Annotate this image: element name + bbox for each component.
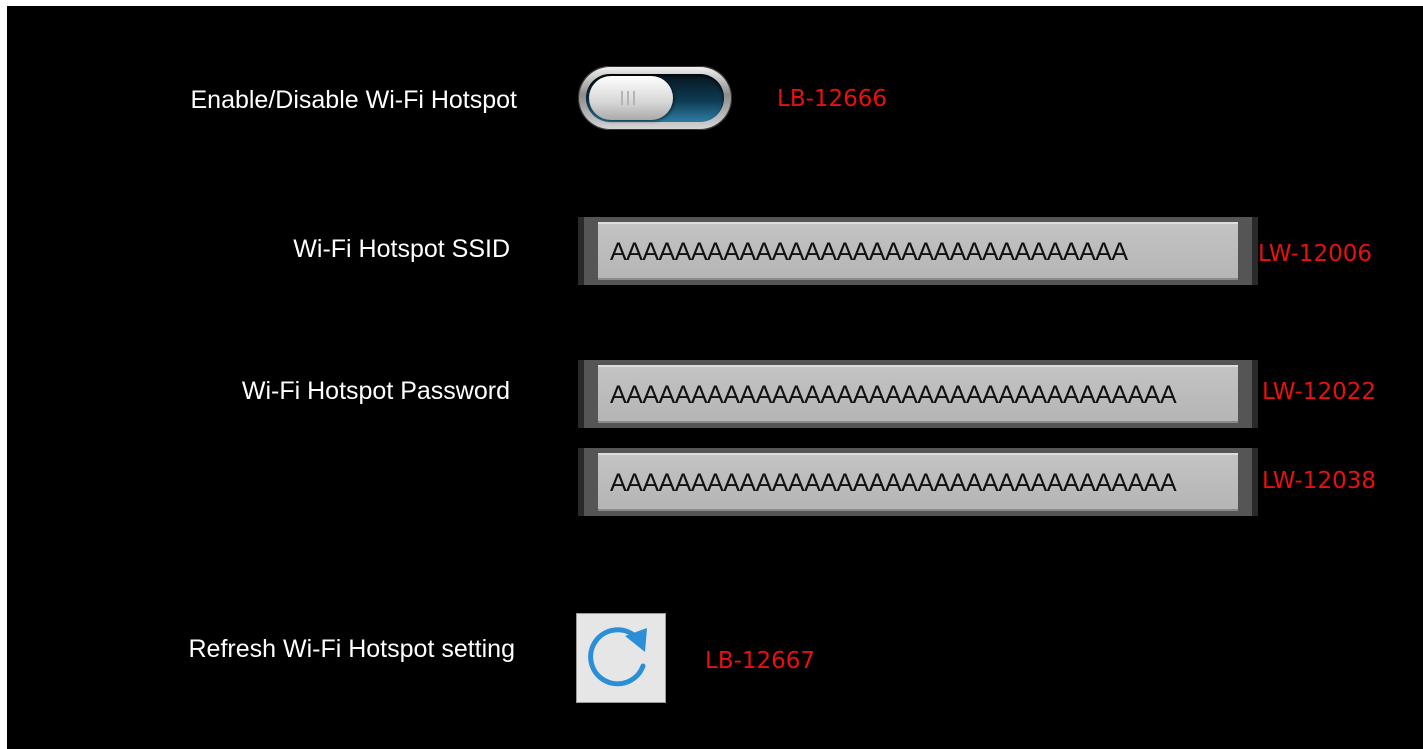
toggle-knob-icon <box>589 76 673 120</box>
hotspot-toggle-switch[interactable] <box>578 66 732 130</box>
grip-line-icon <box>621 91 623 105</box>
refresh-icon <box>588 627 647 687</box>
ssid-address: LW-12006 <box>1258 241 1372 267</box>
password-value-1: AAAAAAAAAAAAAAAAAAAAAAAAAAAAAAAAAAA <box>610 381 1177 409</box>
ssid-value: AAAAAAAAAAAAAAAAAAAAAAAAAAAAAAAA <box>610 238 1128 266</box>
ssid-input-face: AAAAAAAAAAAAAAAAAAAAAAAAAAAAAAAA <box>598 222 1238 280</box>
toggle-track <box>586 74 724 122</box>
password-input-2[interactable]: AAAAAAAAAAAAAAAAAAAAAAAAAAAAAAAAAAA <box>578 448 1258 516</box>
refresh-label: Refresh Wi-Fi Hotspot setting <box>188 635 516 663</box>
hotspot-toggle-label: Enable/Disable Wi-Fi Hotspot <box>190 86 517 114</box>
password-address-2: LW-12038 <box>1262 468 1376 494</box>
hotspot-toggle-address: LB-12666 <box>777 86 888 112</box>
password-address-1: LW-12022 <box>1262 379 1376 405</box>
grip-line-icon <box>627 91 629 105</box>
refresh-address: LB-12667 <box>705 648 816 674</box>
password-value-2: AAAAAAAAAAAAAAAAAAAAAAAAAAAAAAAAAAA <box>610 469 1177 497</box>
password-label: Wi-Fi Hotspot Password <box>241 377 510 405</box>
ssid-label: Wi-Fi Hotspot SSID <box>293 235 510 263</box>
ssid-input[interactable]: AAAAAAAAAAAAAAAAAAAAAAAAAAAAAAAA <box>578 217 1258 285</box>
password-input-2-face: AAAAAAAAAAAAAAAAAAAAAAAAAAAAAAAAAAA <box>598 453 1238 511</box>
grip-line-icon <box>633 91 635 105</box>
password-input-1-face: AAAAAAAAAAAAAAAAAAAAAAAAAAAAAAAAAAA <box>598 365 1238 423</box>
refresh-button[interactable] <box>576 613 666 703</box>
password-input-1[interactable]: AAAAAAAAAAAAAAAAAAAAAAAAAAAAAAAAAAA <box>578 360 1258 428</box>
